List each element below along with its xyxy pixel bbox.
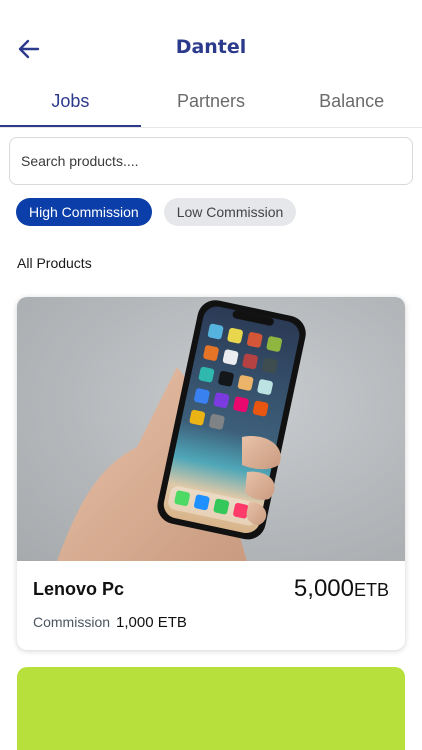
product-image — [17, 297, 405, 561]
tab-jobs[interactable]: Jobs — [0, 80, 141, 128]
product-name: Lenovo Pc — [33, 579, 125, 599]
tab-bar: Jobs Partners Balance — [0, 80, 422, 128]
tab-partners[interactable]: Partners — [141, 80, 282, 128]
app-header: Dantel — [0, 0, 422, 80]
product-card-2[interactable] — [17, 667, 405, 750]
section-title: All Products — [17, 255, 92, 271]
price-amount: 5,000 — [293, 575, 354, 602]
filter-high-commission[interactable]: High Commission — [16, 198, 152, 226]
filter-low-commission[interactable]: Low Commission — [163, 198, 297, 226]
tab-balance[interactable]: Balance — [281, 80, 422, 128]
search-input[interactable] — [10, 138, 412, 184]
phone-in-hand-photo — [57, 300, 306, 561]
price-currency: ETB — [353, 580, 389, 600]
search-box — [9, 137, 413, 185]
product-card[interactable]: Lenovo Pc 5,000ETB Commission 1,000 ETB — [17, 297, 405, 650]
commission-filters: High Commission Low Commission — [16, 198, 297, 226]
tab-divider — [0, 127, 422, 128]
commission-label: Commission — [33, 614, 111, 630]
product-price: 5,000ETB — [294, 575, 389, 603]
commission-value: 1,000 ETB — [116, 614, 187, 631]
page-title: Dantel — [175, 36, 247, 58]
product-commission: Commission 1,000 ETB — [33, 614, 187, 631]
